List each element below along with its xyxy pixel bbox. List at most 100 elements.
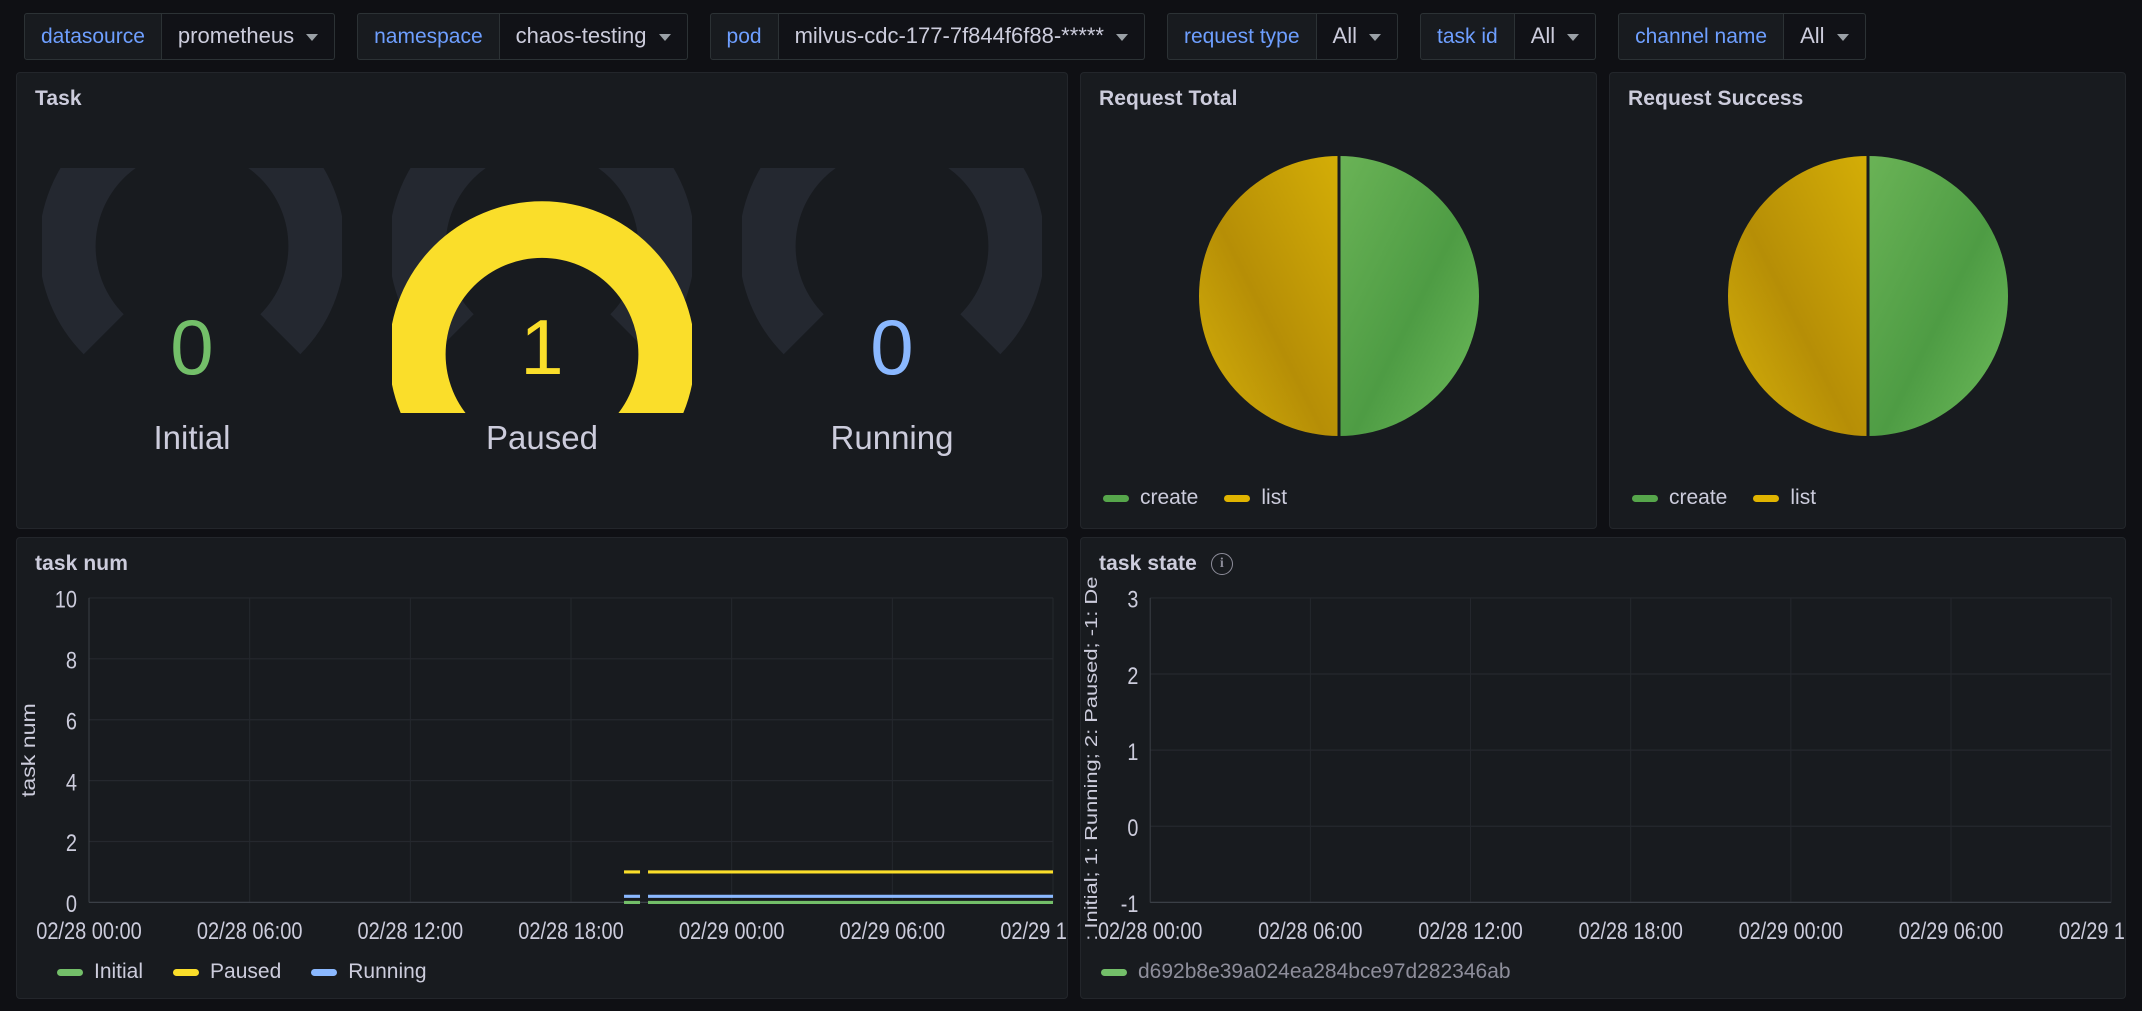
panel-request-success[interactable]: Request Success — [1609, 72, 2126, 529]
variable-label-task-id[interactable]: task id — [1420, 13, 1515, 60]
svg-text:task num: task num — [19, 703, 40, 797]
task-num-legend: Initial Paused Running — [17, 956, 1067, 998]
grafana-dashboard: datasource prometheus namespace chaos-te… — [0, 0, 2142, 1011]
svg-text:02/28 12:00: 02/28 12:00 — [358, 917, 464, 944]
panel-task-num[interactable]: task num task num 0 2 4 6 8 10 02/28 00:00 02/28… — [16, 537, 1068, 999]
svg-text:0: 0 — [66, 890, 77, 917]
panel-row-2: task num task num024681002/28 00:0002/28… — [16, 537, 2126, 999]
chevron-down-icon — [659, 34, 671, 41]
task-state-legend: d692b8e39a024ea284bce97d282346ab — [1081, 956, 2125, 998]
variable-label-datasource[interactable]: datasource — [24, 13, 162, 60]
gauge-initial-value: 0 — [42, 308, 342, 386]
legend-label-task: d692b8e39a024ea284bce97d282346ab — [1138, 960, 1511, 984]
legend-item-initial[interactable]: Initial — [57, 960, 143, 984]
svg-text:02/28 06:00: 02/28 06:00 — [197, 917, 303, 944]
svg-text:02/29 12:00: 02/29 12:00 — [2059, 917, 2125, 944]
info-circle-icon[interactable]: i — [1211, 553, 1233, 575]
variable-label-request-type[interactable]: request type — [1167, 13, 1317, 60]
panel-title-task-num: task num — [17, 538, 1067, 576]
task-num-plot[interactable]: task num 0 2 4 6 8 10 02/28 00:00 02/28 06:00 02/… — [17, 576, 1067, 956]
svg-text:02/28 18:00: 02/28 18:00 — [1578, 917, 1682, 944]
legend-swatch-list-icon — [1224, 495, 1250, 502]
legend-label-paused: Paused — [210, 960, 281, 984]
svg-text:8: 8 — [66, 647, 77, 674]
pie-request-total-svg[interactable] — [1191, 148, 1487, 444]
variable-namespace: namespace chaos-testing — [357, 13, 687, 60]
svg-text:02/28 06:00: 02/28 06:00 — [1258, 917, 1362, 944]
chevron-down-icon — [1116, 34, 1128, 41]
svg-text:3: 3 — [1127, 586, 1138, 613]
legend-label-list: list — [1790, 486, 1816, 510]
chevron-down-icon — [1567, 34, 1579, 41]
legend-label-list: list — [1261, 486, 1287, 510]
panel-title-task-state-text: task state — [1099, 552, 1197, 576]
gauge-running-arc: 0 — [742, 168, 1042, 413]
gauge-paused[interactable]: 1 Paused — [392, 168, 692, 457]
variable-value-task-id-text: All — [1531, 23, 1555, 49]
variable-value-task-id[interactable]: All — [1515, 13, 1596, 60]
legend-item-list[interactable]: list — [1224, 486, 1287, 510]
chevron-down-icon — [1837, 34, 1849, 41]
legend-item-create[interactable]: create — [1632, 486, 1727, 510]
legend-label-initial: Initial — [94, 960, 143, 984]
variable-value-pod-text: milvus-cdc-177-7f844f6f88-***** — [795, 23, 1104, 49]
panel-task-state[interactable]: task state i : Initial; 1: Running; 2: P… — [1080, 537, 2126, 999]
panel-title-task: Task — [17, 73, 1067, 111]
variable-value-namespace[interactable]: chaos-testing — [500, 13, 688, 60]
legend-swatch-create-icon — [1103, 495, 1129, 502]
pie-request-success-svg[interactable] — [1720, 148, 2016, 444]
gauge-initial[interactable]: 0 Initial — [42, 168, 342, 457]
legend-swatch-initial-icon — [57, 969, 83, 976]
panel-title-request-success: Request Success — [1610, 73, 2125, 111]
task-state-plot[interactable]: : Initial; 1: Running; 2: Paused; -1: De… — [1081, 576, 2125, 956]
legend-item-running[interactable]: Running — [311, 960, 426, 984]
svg-text:02/29 06:00: 02/29 06:00 — [1899, 917, 2003, 944]
legend-item-task[interactable]: d692b8e39a024ea284bce97d282346ab — [1101, 960, 1511, 984]
svg-text:: Initial; 1: Running; 2: Paus: : Initial; 1: Running; 2: Paused; -1: De… — [1082, 576, 1102, 941]
variable-value-channel-name-text: All — [1800, 23, 1824, 49]
svg-text:2: 2 — [1127, 662, 1138, 689]
legend-item-list[interactable]: list — [1753, 486, 1816, 510]
svg-text:6: 6 — [66, 708, 77, 735]
variable-label-namespace[interactable]: namespace — [357, 13, 500, 60]
pie-request-success-body — [1610, 111, 2125, 486]
variable-value-request-type[interactable]: All — [1317, 13, 1398, 60]
gauge-running[interactable]: 0 Running — [742, 168, 1042, 457]
svg-text:02/28 12:00: 02/28 12:00 — [1418, 917, 1522, 944]
variable-pod: pod milvus-cdc-177-7f844f6f88-***** — [710, 13, 1145, 60]
legend-item-paused[interactable]: Paused — [173, 960, 281, 984]
task-num-svg: task num 0 2 4 6 8 10 02/28 00:00 02/28 06:00 02/… — [17, 576, 1067, 956]
panel-title-task-state: task state i — [1081, 538, 2125, 576]
svg-text:0: 0 — [1127, 814, 1138, 841]
panel-row-1: Task 0 Initial — [16, 72, 2126, 529]
variable-request-type: request type All — [1167, 13, 1398, 60]
variable-label-channel-name[interactable]: channel name — [1618, 13, 1784, 60]
pie-request-total-body — [1081, 111, 1596, 486]
panel-task[interactable]: Task 0 Initial — [16, 72, 1068, 529]
legend-item-create[interactable]: create — [1103, 486, 1198, 510]
legend-swatch-paused-icon — [173, 969, 199, 976]
gauge-paused-value: 1 — [392, 308, 692, 386]
svg-text:1: 1 — [1127, 738, 1138, 765]
variable-channel-name: channel name All — [1618, 13, 1865, 60]
chevron-down-icon — [1369, 34, 1381, 41]
variable-label-pod[interactable]: pod — [710, 13, 779, 60]
gauge-initial-label: Initial — [153, 419, 230, 457]
legend-label-running: Running — [348, 960, 426, 984]
svg-text:4: 4 — [66, 768, 77, 795]
svg-text:02/29 06:00: 02/29 06:00 — [840, 917, 946, 944]
template-variable-bar: datasource prometheus namespace chaos-te… — [0, 0, 2142, 72]
panel-request-total[interactable]: Request Total — [1080, 72, 1597, 529]
legend-swatch-create-icon — [1632, 495, 1658, 502]
variable-value-namespace-text: chaos-testing — [516, 23, 647, 49]
svg-text:10: 10 — [55, 586, 77, 613]
svg-text:02/28 18:00: 02/28 18:00 — [518, 917, 624, 944]
gauge-running-value: 0 — [742, 308, 1042, 386]
variable-value-datasource[interactable]: prometheus — [162, 13, 335, 60]
panel-grid: Task 0 Initial — [0, 72, 2142, 1011]
svg-text:2: 2 — [66, 829, 77, 856]
variable-value-channel-name[interactable]: All — [1784, 13, 1865, 60]
variable-value-pod[interactable]: milvus-cdc-177-7f844f6f88-***** — [779, 13, 1145, 60]
variable-task-id: task id All — [1420, 13, 1596, 60]
svg-text:02/28 00:00: 02/28 00:00 — [36, 917, 142, 944]
